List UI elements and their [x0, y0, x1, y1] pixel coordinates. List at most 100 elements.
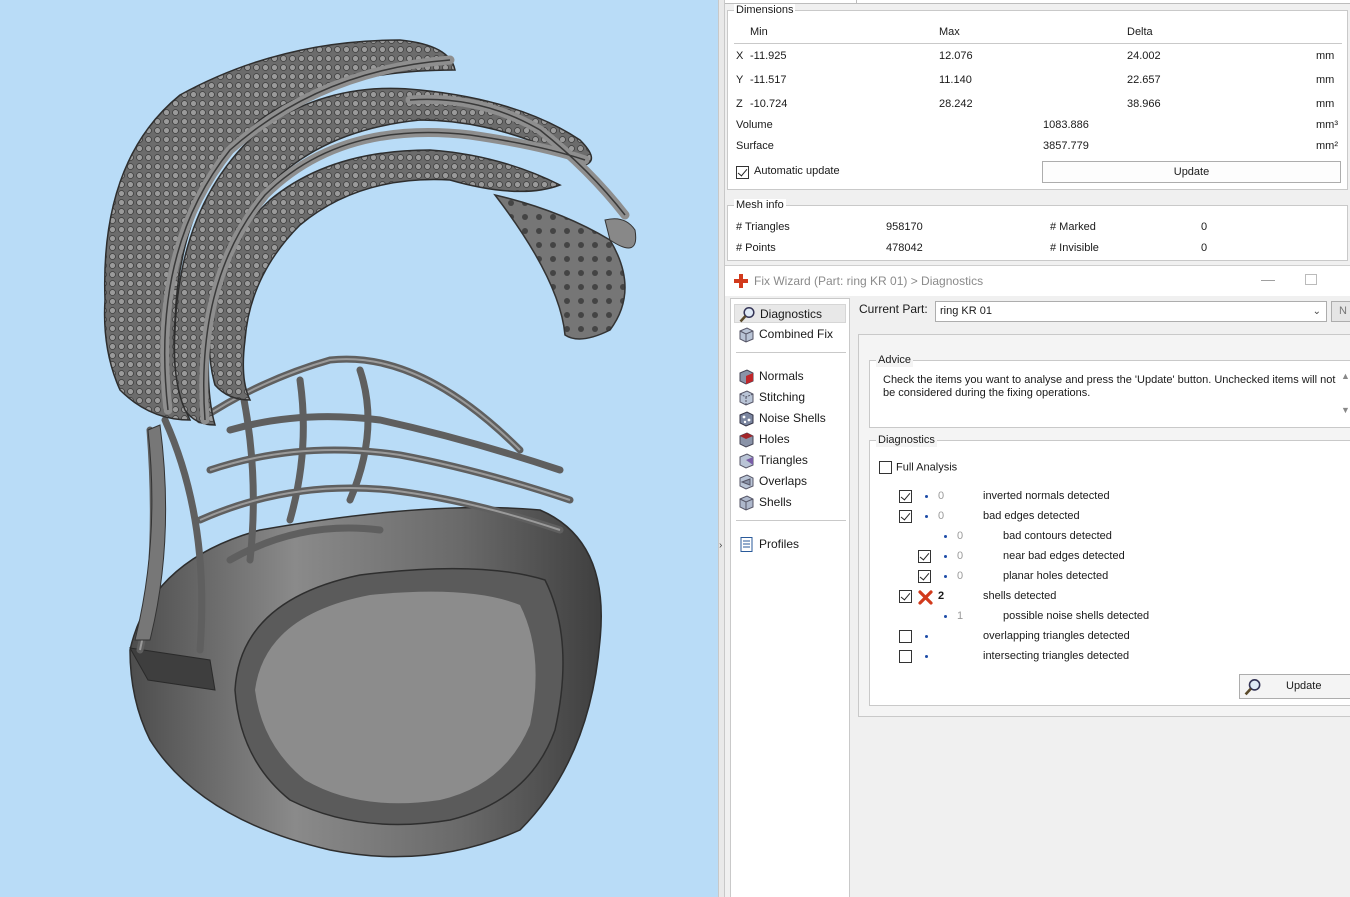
- diagnostic-label: planar holes detected: [1003, 570, 1109, 582]
- bullet-icon: [944, 575, 947, 578]
- volume-row: Volume 1083.886 mm³: [728, 119, 1349, 133]
- diagnostic-label: near bad edges detected: [1003, 550, 1125, 562]
- fix-wizard-window: Fix Wizard (Part: ring KR 01) > Diagnost…: [725, 265, 1350, 897]
- wizard-title: Fix Wizard (Part: ring KR 01) > Diagnost…: [754, 274, 984, 288]
- diagnostic-checkbox[interactable]: [899, 590, 912, 603]
- nav-item-profiles[interactable]: Profiles: [734, 535, 846, 554]
- diagnostics-title: Diagnostics: [876, 434, 937, 447]
- wizard-titlebar[interactable]: Fix Wizard (Part: ring KR 01) > Diagnost…: [725, 266, 1350, 296]
- update-button-label: Update: [1286, 680, 1322, 692]
- nav-item-shells[interactable]: Shells: [734, 493, 846, 512]
- diagnostic-checkbox[interactable]: [899, 490, 912, 503]
- max-value: 28.242: [939, 98, 973, 110]
- ring-model: [103, 39, 637, 858]
- splitter-grip-icon[interactable]: ›: [719, 538, 724, 554]
- nav-separator: [736, 520, 846, 521]
- header-divider: [734, 43, 1342, 44]
- nav-item-holes[interactable]: Holes: [734, 430, 846, 449]
- dimension-row-z: Z -10.724 28.242 38.966 mm: [728, 98, 1349, 112]
- automatic-update-checkbox[interactable]: [736, 166, 749, 179]
- dimensions-title: Dimensions: [734, 4, 796, 17]
- nav-item-noise-shells[interactable]: Noise Shells: [734, 409, 846, 428]
- 3d-viewport[interactable]: [0, 0, 718, 897]
- panel-splitter[interactable]: ›: [718, 0, 725, 897]
- diagnostic-row-bad-contours: 0 bad contours detected: [870, 529, 1350, 545]
- stitching-cube-icon: [739, 390, 754, 406]
- dimensions-update-button[interactable]: Update: [1042, 161, 1341, 183]
- diagnostics-update-button[interactable]: Update: [1239, 674, 1350, 699]
- minimize-icon[interactable]: —: [1259, 271, 1277, 289]
- diagnostic-label: bad contours detected: [1003, 530, 1112, 542]
- diagnostic-checkbox[interactable]: [899, 650, 912, 663]
- next-button[interactable]: N: [1331, 301, 1350, 322]
- document-icon: [740, 537, 753, 552]
- marked-value: 0: [1201, 221, 1208, 233]
- nav-item-triangles[interactable]: Triangles: [734, 451, 846, 470]
- unit-label: mm: [1316, 98, 1335, 110]
- diagnostic-row-planar-holes: 0 planar holes detected: [870, 569, 1350, 585]
- nav-item-label: Shells: [759, 495, 792, 509]
- nav-item-label: Stitching: [759, 390, 806, 404]
- marked-label: # Marked: [1050, 221, 1096, 233]
- diagnostic-row-noise-shells: 1 possible noise shells detected: [870, 609, 1350, 625]
- diagnostic-checkbox[interactable]: [918, 570, 931, 583]
- automatic-update-label[interactable]: Automatic update: [754, 165, 840, 177]
- delta-value: 38.966: [1127, 98, 1161, 110]
- nav-item-label: Holes: [759, 432, 790, 446]
- nav-item-normals[interactable]: Normals: [734, 367, 846, 386]
- nav-item-overlaps[interactable]: Overlaps: [734, 472, 846, 491]
- axis-label: Z: [736, 98, 743, 110]
- min-value: -10.724: [750, 98, 788, 110]
- max-value: 11.140: [939, 74, 972, 86]
- surface-unit: mm²: [1316, 140, 1338, 152]
- nav-item-combined-fix[interactable]: Combined Fix: [734, 325, 846, 344]
- full-analysis-checkbox[interactable]: [879, 461, 892, 474]
- cube-icon: [739, 327, 754, 343]
- nav-item-diagnostics[interactable]: Diagnostics: [734, 304, 846, 323]
- bullet-icon: [925, 515, 928, 518]
- surface-value: 3857.779: [1043, 140, 1089, 152]
- diagnostic-count: 0: [957, 570, 964, 582]
- dimensions-group: Dimensions Min Max Delta X -11.925 12.07…: [727, 4, 1349, 190]
- diagnostic-checkbox[interactable]: [918, 550, 931, 563]
- diagnostic-label: intersecting triangles detected: [983, 650, 1130, 662]
- error-x-icon: [918, 590, 933, 605]
- surface-label: Surface: [736, 140, 774, 152]
- diagnostic-checkbox[interactable]: [899, 510, 912, 523]
- advice-group: Advice Check the items you want to analy…: [869, 354, 1350, 428]
- min-header: Min: [750, 26, 768, 38]
- diagnostic-count: 0: [957, 530, 964, 542]
- maximize-icon[interactable]: [1305, 274, 1317, 285]
- mesh-info-group: Mesh info # Triangles 958170 # Marked 0 …: [727, 199, 1349, 261]
- wizard-content: Current Part: ring KR 01 ⌄ N Advice Chec…: [851, 296, 1350, 897]
- surface-row: Surface 3857.779 mm²: [728, 140, 1349, 154]
- bullet-icon: [944, 555, 947, 558]
- nav-item-label: Diagnostics: [760, 307, 823, 321]
- triangles-value: 958170: [886, 221, 923, 233]
- noise-shells-icon: [739, 411, 754, 427]
- advice-title: Advice: [876, 354, 914, 367]
- normals-cube-icon: [739, 369, 754, 385]
- magnifier-icon: [739, 306, 755, 323]
- current-part-select[interactable]: ring KR 01 ⌄: [935, 301, 1327, 322]
- scroll-up-icon[interactable]: ▲: [1341, 371, 1350, 381]
- axis-label: X: [736, 50, 744, 62]
- delta-header: Delta: [1127, 26, 1153, 38]
- diagnostics-page: Advice Check the items you want to analy…: [858, 334, 1350, 717]
- diagnostic-count: 2: [938, 590, 945, 602]
- overlaps-cube-icon: [739, 474, 754, 490]
- nav-item-label: Noise Shells: [759, 411, 826, 425]
- diagnostic-label: shells detected: [983, 590, 1057, 602]
- diagnostic-row-bad-edges: 0 bad edges detected: [870, 509, 1350, 525]
- triangles-label: # Triangles: [736, 221, 790, 233]
- nav-item-stitching[interactable]: Stitching: [734, 388, 846, 407]
- diagnostics-group: Diagnostics Full Analysis 0 inverted nor…: [869, 434, 1350, 706]
- mesh-row-2: # Points 478042 # Invisible 0: [728, 242, 1349, 256]
- advice-scrollbar[interactable]: ▲ ▼: [1339, 371, 1350, 421]
- full-analysis-row: Full Analysis: [879, 461, 957, 474]
- unit-label: mm: [1316, 74, 1335, 86]
- full-analysis-label[interactable]: Full Analysis: [896, 461, 957, 473]
- tab-strip-segment[interactable]: [857, 0, 1350, 4]
- scroll-down-icon[interactable]: ▼: [1341, 405, 1350, 415]
- diagnostic-checkbox[interactable]: [899, 630, 912, 643]
